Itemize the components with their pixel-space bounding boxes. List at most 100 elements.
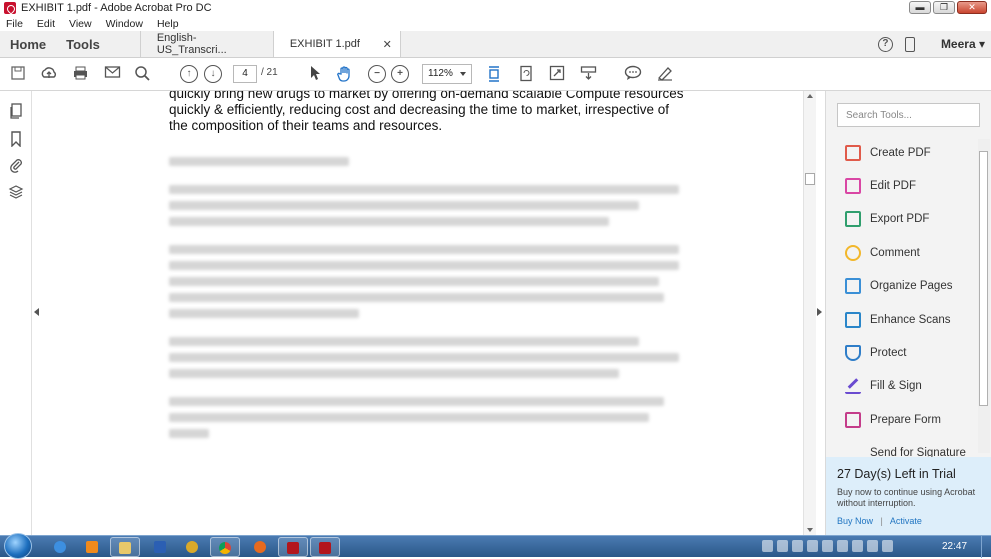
folder-icon <box>119 542 131 554</box>
blurred-content <box>169 185 679 233</box>
scroll-down-icon[interactable] <box>807 528 813 532</box>
taskbar-app[interactable] <box>178 537 206 557</box>
search-icon[interactable] <box>133 65 151 83</box>
rotate-view-icon[interactable] <box>517 65 535 83</box>
tab-document-transcript[interactable]: English-US_Transcri... <box>139 31 273 57</box>
tray-icon[interactable] <box>777 540 788 552</box>
zoom-level-select[interactable]: 112% <box>422 64 472 84</box>
hand-tool-icon[interactable] <box>336 65 354 83</box>
tray-icon[interactable] <box>852 540 863 552</box>
menu-file[interactable]: File <box>6 18 23 30</box>
scrollbar-thumb[interactable] <box>805 173 815 185</box>
taskbar-acrobat-1[interactable] <box>278 537 308 557</box>
taskbar-explorer[interactable] <box>110 537 140 557</box>
tool-label: Protect <box>870 347 907 360</box>
next-page-icon[interactable]: ↓ <box>204 65 222 83</box>
tool-enhance-scans[interactable]: Enhance Scans <box>826 303 978 336</box>
save-icon[interactable] <box>9 65 27 83</box>
show-desktop-button[interactable] <box>981 536 991 558</box>
blurred-content <box>169 157 679 173</box>
buy-now-link[interactable]: Buy Now <box>837 516 873 526</box>
layers-icon[interactable] <box>8 184 24 200</box>
search-tools-input[interactable]: Search Tools... <box>837 103 980 127</box>
attachments-icon[interactable] <box>8 157 24 173</box>
maximize-button[interactable]: ❐ <box>933 1 955 14</box>
tool-prepare-form[interactable]: Prepare Form <box>826 403 978 436</box>
taskbar-media-player[interactable] <box>78 537 106 557</box>
tray-icon[interactable] <box>762 540 773 552</box>
menu-view[interactable]: View <box>69 18 92 30</box>
scroll-mode-icon[interactable] <box>579 65 597 83</box>
tool-protect[interactable]: Protect <box>826 336 978 369</box>
menu-help[interactable]: Help <box>157 18 179 30</box>
tab-home[interactable]: Home <box>0 31 56 57</box>
highlight-pen-icon[interactable] <box>656 65 674 83</box>
close-window-button[interactable]: ✕ <box>957 1 987 14</box>
taskbar-acrobat-2[interactable] <box>310 537 340 557</box>
tool-comment[interactable]: Comment <box>826 236 978 269</box>
enhance-scans-icon <box>845 311 861 328</box>
taskbar-chrome[interactable] <box>210 537 240 557</box>
main-toolbar: ↑ ↓ 4 / 21 − + 112% <box>0 58 991 91</box>
full-screen-icon[interactable] <box>548 65 566 83</box>
user-menu[interactable]: Meera ▾ <box>941 37 985 51</box>
tools-scrollbar[interactable] <box>978 139 990 453</box>
taskbar-clock[interactable]: 22:47 <box>942 541 967 552</box>
tab-document-exhibit[interactable]: EXHIBIT 1.pdf ✕ <box>272 31 401 57</box>
collapse-left-pane-icon[interactable] <box>34 308 39 316</box>
tray-icon[interactable] <box>792 540 803 552</box>
mobile-link-icon[interactable] <box>904 36 915 52</box>
zoom-out-icon[interactable]: − <box>368 65 386 83</box>
document-viewer[interactable]: quickly bring new drugs to market by off… <box>42 91 803 535</box>
print-icon[interactable] <box>71 65 89 83</box>
window-title: EXHIBIT 1.pdf - Adobe Acrobat Pro DC <box>21 2 212 14</box>
comment-icon[interactable] <box>624 65 642 83</box>
fit-page-icon[interactable] <box>485 65 503 83</box>
tab-document-label: EXHIBIT 1.pdf <box>289 38 360 50</box>
select-cursor-icon[interactable] <box>306 65 324 83</box>
taskbar-firefox[interactable] <box>246 537 274 557</box>
tray-icon[interactable] <box>807 540 818 552</box>
help-icon[interactable]: ? <box>877 36 893 52</box>
taskbar-ie[interactable] <box>46 537 74 557</box>
scrollbar-thumb[interactable] <box>979 151 988 406</box>
blurred-content <box>169 397 679 445</box>
menu-window[interactable]: Window <box>106 18 143 30</box>
system-tray <box>762 540 893 552</box>
close-tab-icon[interactable]: ✕ <box>383 38 392 51</box>
upload-cloud-icon[interactable] <box>40 65 58 83</box>
page-number-input[interactable]: 4 <box>233 65 257 83</box>
tool-edit-pdf[interactable]: Edit PDF <box>826 169 978 202</box>
previous-page-icon[interactable]: ↑ <box>180 65 198 83</box>
bookmarks-icon[interactable] <box>8 131 24 148</box>
tray-icon[interactable] <box>837 540 848 552</box>
acrobat-icon <box>287 542 299 554</box>
tool-create-pdf[interactable]: Create PDF <box>826 136 978 169</box>
collapse-right-pane-icon[interactable] <box>817 308 822 316</box>
minimize-button[interactable]: ▬ <box>909 1 931 14</box>
scroll-up-icon[interactable] <box>807 94 813 98</box>
user-name: Meera <box>940 37 976 51</box>
zoom-in-icon[interactable]: + <box>391 65 409 83</box>
network-icon[interactable] <box>867 540 878 552</box>
activate-link[interactable]: Activate <box>890 516 922 526</box>
start-button[interactable] <box>4 533 32 559</box>
email-icon[interactable] <box>103 65 121 83</box>
tool-fill-sign[interactable]: Fill & Sign <box>826 370 978 403</box>
protect-icon <box>845 345 861 362</box>
word-icon <box>154 541 166 553</box>
chrome-icon <box>219 542 231 554</box>
document-scrollbar[interactable] <box>803 91 816 535</box>
tools-list: Create PDF Edit PDF Export PDF Comment O… <box>826 136 978 470</box>
volume-icon[interactable] <box>882 540 893 552</box>
tab-bar: Home Tools English-US_Transcri... EXHIBI… <box>0 31 991 58</box>
tray-icon[interactable] <box>822 540 833 552</box>
taskbar-word[interactable] <box>146 537 174 557</box>
page-thumbnails-icon[interactable] <box>8 103 24 119</box>
menu-edit[interactable]: Edit <box>37 18 55 30</box>
tab-tools[interactable]: Tools <box>56 31 110 57</box>
tool-organize-pages[interactable]: Organize Pages <box>826 270 978 303</box>
tool-export-pdf[interactable]: Export PDF <box>826 203 978 236</box>
export-pdf-icon <box>845 211 861 228</box>
trial-description: Buy now to continue using Acrobat withou… <box>837 487 976 508</box>
